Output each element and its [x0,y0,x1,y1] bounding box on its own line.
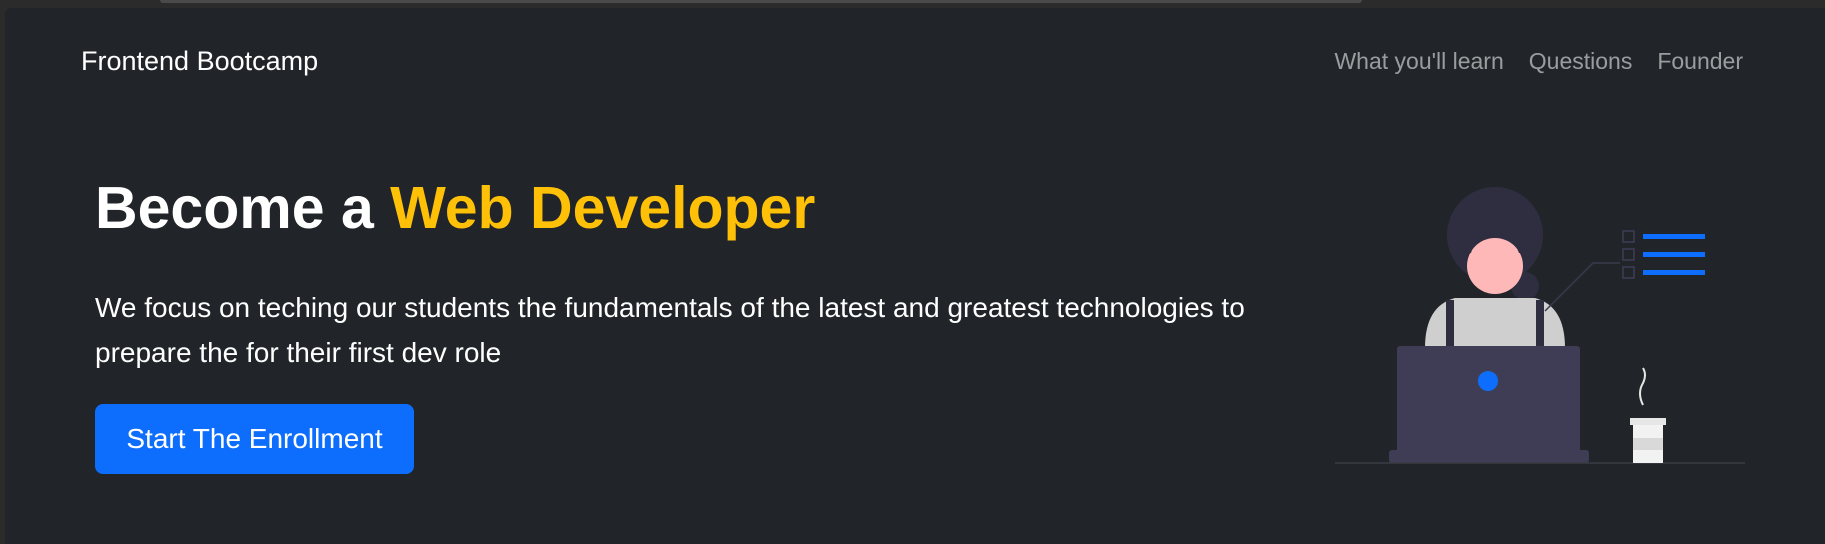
cup-lid [1630,418,1666,425]
start-enrollment-button[interactable]: Start The Enrollment [95,404,414,474]
laptop-base [1389,450,1589,463]
woman-laptop-illustration [1335,187,1745,464]
nav-link-what-youll-learn[interactable]: What you'll learn [1334,48,1503,75]
page-container: Frontend Bootcamp What you'll learn Ques… [5,8,1825,544]
laptop-logo [1478,371,1498,391]
checklist-icon [1622,230,1705,279]
person-figure [1425,187,1565,348]
hero-title-accent: Web Developer [390,175,816,241]
laptop-icon [1389,346,1589,463]
brand-link[interactable]: Frontend Bootcamp [81,46,318,77]
steam [1639,367,1646,406]
hero-title-prefix: Become a [95,175,391,241]
navbar: Frontend Bootcamp What you'll learn Ques… [5,8,1825,118]
coffee-cup-icon [1630,367,1666,463]
cup-sleeve [1633,438,1663,450]
browser-scrollbar[interactable] [160,0,1362,3]
hero-title: Become a Web Developer [95,179,815,238]
strap-left [1446,300,1454,348]
pointer-line [1544,262,1620,312]
laptop-lid [1397,346,1580,458]
nav-links: What you'll learn Questions Founder [1334,48,1743,75]
strap-right [1536,300,1544,348]
nav-link-questions[interactable]: Questions [1529,48,1633,75]
face [1467,238,1523,294]
nav-link-founder[interactable]: Founder [1657,48,1743,75]
hero-lead: We focus on teching our students the fun… [95,292,1245,368]
